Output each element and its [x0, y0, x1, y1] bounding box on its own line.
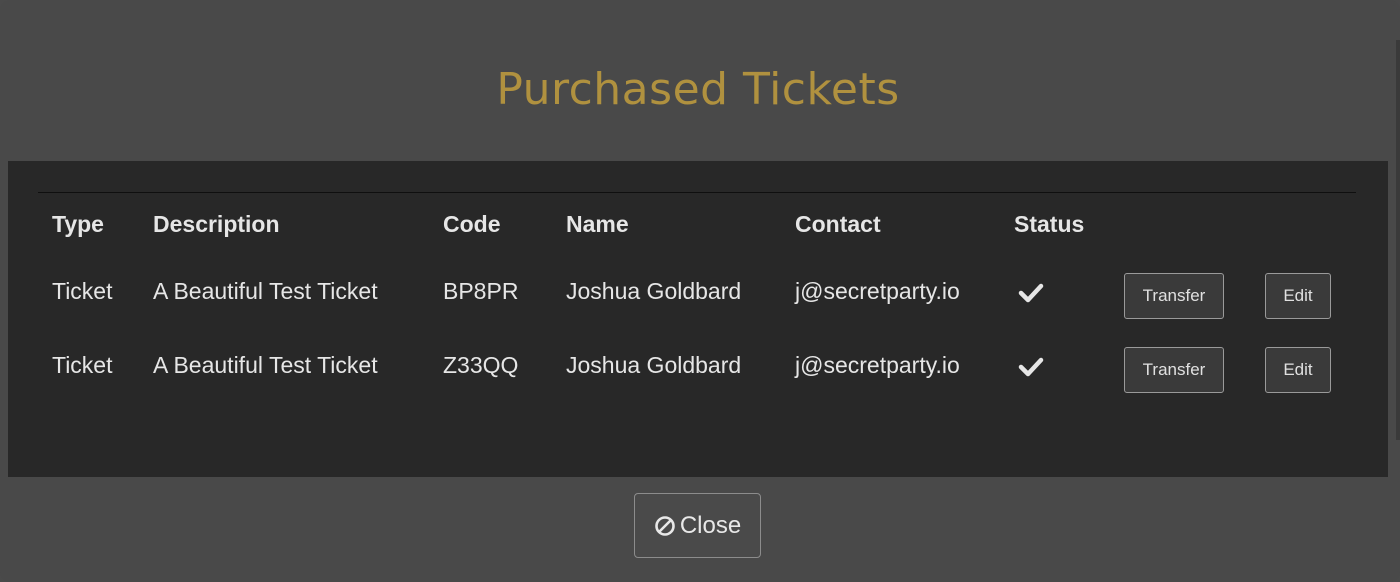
close-button-label: Close	[679, 511, 742, 539]
header-name: Name	[566, 211, 629, 237]
cell-description: A Beautiful Test Ticket	[153, 352, 378, 378]
cell-code: Z33QQ	[443, 352, 519, 378]
header-code: Code	[443, 211, 501, 237]
header-type: Type	[52, 211, 104, 237]
edit-button[interactable]: Edit	[1265, 347, 1331, 393]
cell-contact: j@secretparty.io	[795, 278, 960, 304]
header-status: Status	[1014, 211, 1085, 237]
tickets-table: Type Description Code Name Contact Statu…	[8, 161, 1388, 477]
checkmark-icon	[1018, 283, 1044, 303]
checkmark-icon	[1018, 357, 1044, 377]
cell-code: BP8PR	[443, 278, 519, 304]
edit-button[interactable]: Edit	[1265, 273, 1331, 319]
ban-icon	[655, 515, 675, 536]
cell-contact: j@secretparty.io	[795, 352, 960, 378]
purchased-tickets-modal: Purchased Tickets Type Description Code …	[0, 0, 1400, 582]
header-contact: Contact	[795, 211, 881, 237]
cell-name: Joshua Goldbard	[566, 352, 742, 378]
scrollbar-track[interactable]	[1396, 40, 1400, 440]
cell-name: Joshua Goldbard	[566, 278, 742, 304]
cell-type: Ticket	[52, 278, 113, 304]
close-button[interactable]: Close	[634, 493, 761, 558]
table-divider	[38, 192, 1356, 193]
transfer-button[interactable]: Transfer	[1124, 273, 1224, 319]
modal-title: Purchased Tickets	[496, 64, 900, 115]
cell-description: A Beautiful Test Ticket	[153, 278, 378, 304]
header-description: Description	[153, 211, 280, 237]
cell-type: Ticket	[52, 352, 113, 378]
transfer-button[interactable]: Transfer	[1124, 347, 1224, 393]
